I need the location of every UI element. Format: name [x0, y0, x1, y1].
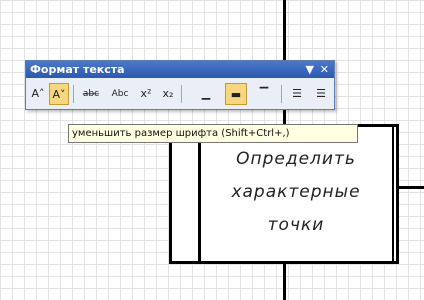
- block-text-line: точки: [267, 215, 325, 235]
- bullets-button[interactable]: ☰: [287, 83, 307, 105]
- block-inner-right-border: [392, 127, 394, 261]
- block-text[interactable]: Определить характерные точки: [202, 143, 390, 242]
- superscript-button[interactable]: x²: [137, 83, 155, 105]
- toolbar-title-bar[interactable]: Формат текста ▼ ✕: [26, 61, 334, 78]
- align-middle-button[interactable]: ▬: [225, 83, 247, 105]
- text-format-toolbar[interactable]: Формат текста ▼ ✕ A˄ A˅ a̶b̶c̶ Abc x² x₂…: [25, 60, 335, 110]
- flowchart-process-block[interactable]: Определить характерные точки: [169, 124, 399, 264]
- align-top-button[interactable]: ▔: [253, 83, 275, 105]
- toolbar-options-icon[interactable]: ▼: [306, 61, 314, 78]
- align-bottom-button[interactable]: ▁: [195, 83, 217, 105]
- abc-button[interactable]: Abc: [107, 83, 133, 105]
- decrease-font-button[interactable]: A˅: [49, 83, 69, 105]
- numbering-button[interactable]: ☰: [311, 83, 331, 105]
- connector-line-right: [399, 186, 424, 189]
- increase-font-button[interactable]: A˄: [29, 83, 47, 105]
- toolbar-separator: [281, 85, 282, 103]
- toolbar-buttons-row: A˄ A˅ a̶b̶c̶ Abc x² x₂ ▁ ▬ ▔ ☰ ☰: [29, 83, 331, 105]
- block-inner-left-border: [198, 127, 201, 261]
- connector-line-bottom: [283, 264, 286, 300]
- strikethrough-button[interactable]: a̶b̶c̶: [77, 83, 105, 105]
- toolbar-title: Формат текста: [30, 63, 125, 76]
- subscript-button[interactable]: x₂: [159, 83, 177, 105]
- toolbar-separator: [73, 85, 74, 103]
- block-text-line: Определить: [236, 149, 356, 169]
- close-icon[interactable]: ✕: [320, 61, 329, 78]
- block-text-line: характерные: [231, 182, 361, 202]
- toolbar-separator: [181, 85, 182, 103]
- tooltip: уменьшить размер шрифта (Shift+Ctrl+,): [68, 124, 358, 143]
